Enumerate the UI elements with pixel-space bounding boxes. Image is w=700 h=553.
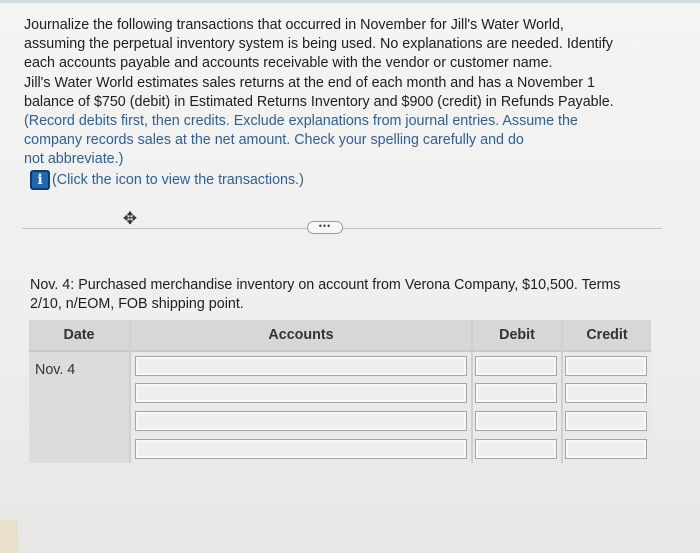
account-input[interactable] [135,439,467,459]
column-separator [129,320,131,463]
column-header-date: Date [29,320,129,352]
credit-input[interactable] [565,356,647,376]
instruction-line: each accounts payable and accounts recei… [24,55,553,72]
transaction-line: 2/10, n/EOM, FOB shipping point. [30,296,244,312]
page: Journalize the following transactions th… [0,0,700,553]
top-border [0,0,700,3]
credit-input[interactable] [565,383,647,403]
instructions: Journalize the following transactions th… [24,16,664,170]
column-header-credit: Credit [563,320,651,352]
transaction-prompt: Nov. 4: Purchased merchandise inventory … [30,276,660,314]
column-header-accounts: Accounts [131,320,471,352]
background-edge [0,520,18,553]
account-input[interactable] [135,356,467,376]
debit-input[interactable] [475,411,557,431]
instruction-note-line: (Record debits first, then credits. Excl… [24,113,578,130]
credit-input[interactable] [565,439,647,459]
account-input[interactable] [135,411,467,431]
view-transactions-link[interactable]: i (Click the icon to view the transactio… [30,169,304,191]
expand-more-button[interactable]: ••• [307,221,343,234]
info-icon[interactable]: i [30,170,50,190]
view-transactions-label[interactable]: (Click the icon to view the transactions… [52,172,304,188]
journal-entry-table: Date Accounts Debit Credit Nov. 4 [29,320,651,463]
credit-input[interactable] [565,411,647,431]
column-header-debit: Debit [473,320,561,352]
account-input[interactable] [135,383,467,403]
instruction-line: Jill's Water World estimates sales retur… [24,74,595,91]
debit-input[interactable] [475,356,557,376]
instruction-note-line: not abbreviate.) [24,151,124,168]
debit-input[interactable] [475,439,557,459]
instruction-line: balance of $750 (debit) in Estimated Ret… [24,93,614,110]
instruction-note-line: company records sales at the net amount.… [24,132,524,149]
instruction-line: assuming the perpetual inventory system … [24,36,613,53]
column-separator [471,320,473,463]
column-separator [561,320,563,463]
instruction-line: Journalize the following transactions th… [24,17,564,33]
transaction-line: Nov. 4: Purchased merchandise inventory … [30,277,621,293]
debit-input[interactable] [475,383,557,403]
move-icon[interactable]: ✥ [121,210,139,228]
date-cell: Nov. 4 [29,352,129,463]
date-value: Nov. 4 [35,362,76,378]
